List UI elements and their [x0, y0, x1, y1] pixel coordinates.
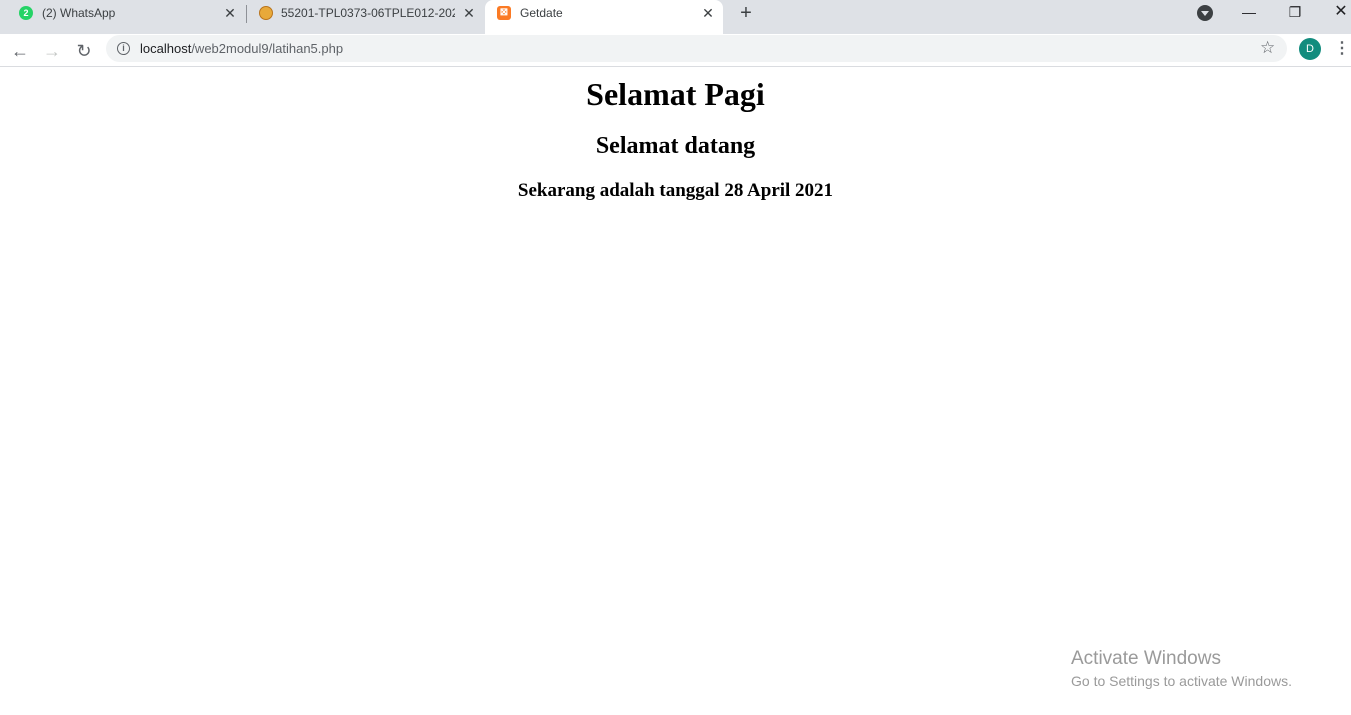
address-bar[interactable]: i localhost/web2modul9/latihan5.php ☆ [106, 35, 1287, 62]
tab-title: 55201-TPL0373-06TPLE012-2020 [281, 6, 455, 20]
tab-search-icon[interactable] [1197, 5, 1213, 21]
info-icon[interactable]: i [117, 42, 130, 55]
windows-activation-watermark: Activate Windows Go to Settings to activ… [1071, 648, 1292, 690]
url-text[interactable]: localhost/web2modul9/latihan5.php [140, 41, 343, 56]
whatsapp-icon: 2 [19, 6, 33, 20]
restore-icon[interactable]: ❐ [1280, 0, 1310, 26]
close-icon[interactable]: ✕ [461, 5, 477, 21]
page-heading: Selamat Pagi [586, 76, 765, 112]
close-window-icon[interactable]: ✕ [1326, 0, 1351, 26]
date-text: Sekarang adalah tanggal 28 April 2021 [517, 180, 834, 201]
tab-title: Getdate [520, 6, 563, 20]
avatar[interactable]: D [1299, 38, 1321, 60]
watermark-subtitle: Go to Settings to activate Windows. [1071, 673, 1292, 689]
cookie-icon [259, 6, 273, 20]
close-icon[interactable]: ✕ [700, 5, 716, 21]
tab-strip: 2 (2) WhatsApp ✕ 55201-TPL0373-06TPLE012… [0, 0, 1351, 34]
more-menu-icon[interactable]: ⋮ [1334, 38, 1350, 60]
xampp-icon: ⊠ [497, 6, 511, 20]
tab-whatsapp[interactable]: 2 (2) WhatsApp ✕ [0, 0, 245, 28]
forward-icon[interactable]: → [39, 38, 65, 64]
bookmark-star-icon[interactable]: ☆ [1260, 39, 1275, 57]
watermark-title: Activate Windows [1071, 648, 1221, 669]
new-tab-button[interactable]: + [735, 3, 757, 25]
url-path: /web2modul9/latihan5.php [191, 41, 344, 56]
toolbar: ← → ↻ i localhost/web2modul9/latihan5.ph… [0, 34, 1351, 67]
close-icon[interactable]: ✕ [222, 5, 238, 21]
minimize-icon[interactable]: — [1234, 0, 1264, 26]
back-icon[interactable]: ← [7, 38, 33, 64]
page-content: Selamat Pagi Selamat datang Sekarang ada… [0, 68, 1351, 715]
url-host: localhost [140, 41, 192, 56]
reload-icon[interactable]: ↻ [71, 38, 97, 64]
tab-getdate[interactable]: ⊠ Getdate ✕ [485, 0, 723, 34]
page-subheading: Selamat datang [595, 133, 756, 159]
tab-course[interactable]: 55201-TPL0373-06TPLE012-2020 ✕ [247, 0, 483, 28]
tab-title: (2) WhatsApp [42, 6, 116, 20]
